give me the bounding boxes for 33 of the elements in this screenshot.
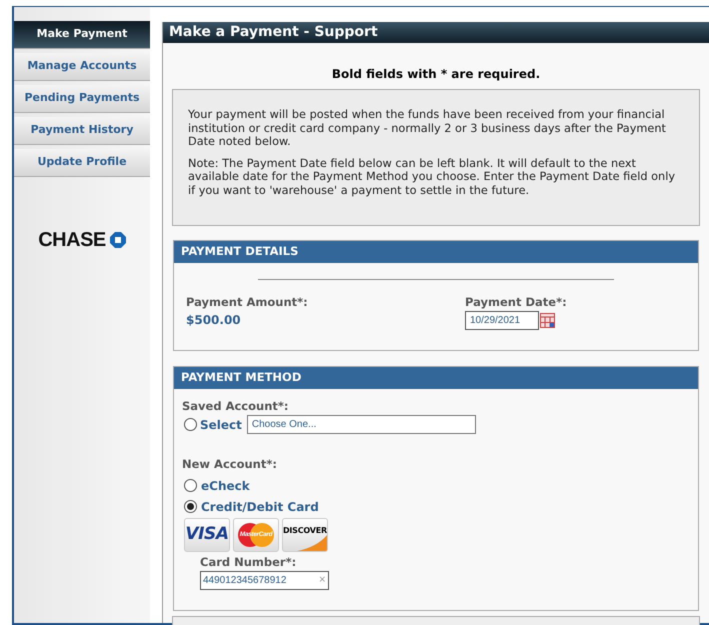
radio-label: Select: [200, 416, 242, 434]
required-note: Bold fields with * are required.: [330, 66, 542, 83]
card-number-field[interactable]: 449012345678912 ×: [200, 570, 329, 590]
section-header: PAYMENT METHOD: [174, 367, 698, 389]
field-label: Payment Date*:: [465, 294, 567, 311]
date-field[interactable]: 10/29/2021: [465, 311, 539, 330]
nav-button[interactable]: Pending Payments: [14, 85, 150, 113]
nav-button[interactable]: Make Payment: [14, 21, 150, 49]
radio-button[interactable]: [184, 418, 197, 432]
card-logo: VISA: [184, 518, 230, 552]
calendar-icon[interactable]: [540, 313, 555, 328]
nav-button[interactable]: Manage Accounts: [14, 53, 150, 81]
clear-button[interactable]: ×: [318, 574, 326, 587]
account-select[interactable]: Choose One...: [246, 415, 476, 434]
section-header: PAYMENT DETAILS: [174, 241, 698, 263]
page-title: Make a Payment - Support: [163, 22, 709, 43]
notice-text: Your payment will be posted when the funds have been received from your financial institution or credit card company - normally 2 or 3 business days after the Payment Date noted below.: [188, 108, 667, 148]
radio-label: Credit/Debit Card: [201, 498, 319, 516]
notice-text: Note: The Payment Date field below can be left blank. It will default to the next available date for the Payment Method you choose. Enter the Payment Date field only if you want to 'warehouse' a payment to settle in the future.: [188, 156, 676, 197]
octagon-logo-icon: [110, 232, 126, 248]
nav-button[interactable]: Payment History: [14, 117, 150, 145]
radio-label: eCheck: [201, 478, 250, 494]
field-label: Saved Account*:: [182, 398, 290, 415]
amount-value: $500.00: [186, 312, 242, 330]
field-label: Card Number*:: [200, 554, 298, 570]
card-number-value: 449012345678912: [203, 574, 286, 588]
logo-text: CHASE: [38, 228, 106, 253]
field-label: New Account*:: [182, 456, 278, 474]
nav-button[interactable]: Update Profile: [14, 149, 150, 177]
field-label: Payment Amount*:: [186, 294, 309, 311]
card-logo: DISCOVER: [282, 518, 328, 552]
radio-button[interactable]: [184, 479, 197, 492]
radio-button[interactable]: [184, 500, 197, 513]
